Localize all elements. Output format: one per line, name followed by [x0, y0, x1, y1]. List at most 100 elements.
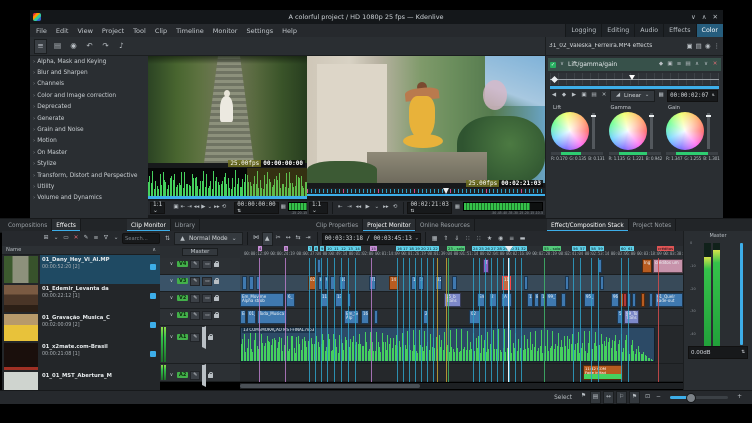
fx-category-stylize[interactable]: ›Stylize — [30, 159, 148, 170]
timeline-clip-99-to[interactable]: 99_ToTrans — [624, 310, 639, 324]
track-lock-icon[interactable] — [208, 374, 213, 378]
pm-rewind-icon[interactable]: ◂◂ — [355, 205, 362, 211]
track-target-tag[interactable]: A2 — [177, 372, 188, 378]
add-keyframe-icon[interactable]: ◆ — [560, 93, 568, 99]
record-audio-icon[interactable]: ♪ — [116, 40, 127, 53]
preview-render-icon[interactable]: ∷ — [463, 233, 472, 245]
track-lane-v2[interactable]: Em_MovimeAlpha strob6_111315_bTransEm2JA… — [240, 292, 683, 309]
timeline-marker-59[interactable]: 59 — [597, 246, 604, 251]
timeline-marker-7[interactable]: 7 — [308, 246, 312, 251]
prev-keyframe-icon[interactable]: ◀ — [550, 93, 558, 99]
save-icon[interactable]: ▤ — [52, 40, 63, 53]
timeline-marker-5[interactable]: 5 — [284, 246, 288, 251]
track-collapse-icon[interactable]: ∨ — [168, 296, 175, 301]
track-header-a1[interactable]: ∨A1✎ — [160, 326, 240, 364]
track-hide-icon[interactable]: ▭ — [202, 294, 212, 303]
playhead-handle[interactable] — [505, 246, 513, 252]
timeline-marker-12[interactable]: 12 — [340, 246, 347, 251]
track-lane-a1[interactable]: 13 COMEMORAÇÃO MST-FINAL.mp3 — [240, 326, 683, 364]
fx-category-alpha-mask-and-keying[interactable]: ›Alpha, Mask and Keying — [30, 56, 148, 67]
effect-row-lift-gamma-gain[interactable]: ✓ ∨ Lift/gamma/gain ◆▣≡▤∧∨✕ — [548, 58, 721, 71]
fx-category-generate[interactable]: ›Generate — [30, 113, 148, 124]
timeline-clip[interactable] — [452, 276, 457, 290]
menu-item-clip[interactable]: Clip — [155, 27, 167, 35]
move-up-icon[interactable]: ∧ — [693, 62, 701, 68]
timeline-marker-10[interactable]: 10 — [326, 246, 333, 251]
compare-icon[interactable]: ◉ — [705, 43, 711, 50]
ripple-tool-icon[interactable]: ⇥ — [304, 232, 313, 244]
track-lane-v1[interactable]: Em01_Toda_MusicaEm_SeAlp162025099_ToTran… — [240, 309, 683, 326]
master-db-spinbox[interactable]: 0.00dB⇅ — [688, 346, 748, 359]
timeline-clip-99-to[interactable]: 99_To — [546, 293, 557, 307]
cm-rewind-icon[interactable]: ◂◂ — [194, 205, 200, 211]
timeline-marker-8[interactable]: 8 — [314, 246, 318, 251]
undo-icon[interactable]: ↶ — [84, 40, 95, 53]
edit-mode-select[interactable]: ▲ Normal Mode ⌄ — [174, 232, 243, 245]
save-effect-icon[interactable]: ▤ — [684, 62, 692, 68]
master-track-button[interactable]: Master — [182, 248, 219, 256]
timeline-clip[interactable] — [242, 276, 247, 290]
timeline-clip-61-quelr[interactable]: 61_QuelrFade-out — [655, 293, 683, 307]
timeline-clip-16[interactable]: 16 — [361, 310, 369, 324]
mix-clips-icon[interactable]: ⋈ — [252, 232, 261, 244]
timeline-marker-61[interactable]: 61 — [627, 246, 634, 251]
menu-item-project[interactable]: Project — [102, 27, 124, 35]
track-target-tag[interactable]: V4 — [177, 261, 188, 267]
timeline-clip-em-se[interactable]: Em_SeAlp — [344, 310, 359, 324]
master-volume-slider[interactable] — [740, 243, 743, 345]
track-collapse-icon[interactable]: ∨ — [168, 335, 175, 340]
timeline-clip-6[interactable]: 6_ — [286, 293, 295, 307]
render-icon[interactable]: ◉ — [68, 40, 79, 53]
pm-forward-icon[interactable]: ▸▸ — [382, 205, 389, 211]
timeline-clip[interactable] — [641, 293, 645, 307]
cm-timecode[interactable]: 00:00:00:00 ⇅ — [234, 202, 278, 214]
timeline-clip-em[interactable]: Em — [240, 310, 246, 324]
track-header-v4[interactable]: ∨V4✎▭ — [160, 258, 240, 275]
track-lane-a2[interactable]: 11:42 COMFade in/fad — [240, 364, 683, 382]
track-header-v3[interactable]: ∨V3✎▭ — [160, 275, 240, 292]
track-edit-icon[interactable]: ✎ — [190, 294, 200, 303]
options-icon[interactable]: ⋮ — [714, 43, 721, 50]
snap-icon[interactable]: ↔ — [603, 391, 614, 404]
timeline-marker-9[interactable]: 9 — [320, 246, 324, 251]
timeline-clip-50[interactable]: 50 — [617, 310, 623, 324]
favorite-effects-icon[interactable]: ★ — [485, 233, 494, 245]
marker-flag-icon[interactable]: ⚑ — [629, 391, 640, 404]
timeline-clip-toda-musica[interactable]: Toda_Musica — [257, 310, 287, 324]
pm-play-menu-icon[interactable]: ⌄ — [373, 205, 380, 211]
pm-loop-zone-icon[interactable]: ⟲ — [391, 205, 398, 211]
cm-play-menu-icon[interactable]: ⌄ — [208, 205, 213, 211]
timeline-clip[interactable] — [600, 276, 604, 290]
record-track-icon[interactable]: ◉ — [496, 233, 505, 245]
workspace-tab-audio[interactable]: Audio — [634, 24, 663, 37]
track-collapse-icon[interactable]: ∨ — [168, 313, 175, 318]
pm-timecode[interactable]: 00:02:21:03 ⇅ — [407, 202, 451, 214]
track-header-a2[interactable]: ∨A2✎ — [160, 364, 240, 382]
timeline-marker-13[interactable]: 13 — [347, 246, 354, 251]
bin-item-01-01-mst-abertura-m[interactable]: 01_01_MST_Abertura_M — [2, 371, 160, 390]
spacer-tool-icon[interactable]: ↔ — [284, 232, 293, 244]
track-target-tag[interactable]: V1 — [177, 312, 188, 318]
effect-enabled-checkbox[interactable]: ✓ — [550, 62, 556, 68]
timeline-clip[interactable] — [249, 276, 254, 290]
cm-zoom-select[interactable]: 1:1 ⌄ — [150, 202, 165, 214]
minimize-button[interactable]: ∨ — [691, 14, 696, 21]
cm-zone-out-icon[interactable]: ⇥ — [187, 205, 192, 211]
timeline-marker-56[interactable]: 56 — [572, 246, 579, 251]
insert-zone-icon[interactable]: ⇑ — [441, 233, 450, 245]
track-target-tag[interactable]: V2 — [177, 295, 188, 301]
menu-item-help[interactable]: Help — [282, 27, 297, 35]
bin-search-input[interactable]: Search... — [122, 233, 160, 244]
next-keyframe-icon[interactable]: ▶ — [570, 93, 578, 99]
timeline-marker-15[interactable]: 15 — [370, 246, 377, 251]
timeline-timecode[interactable]: 00:03:33:18 / 00:03:45:13 ⌄ — [322, 233, 421, 245]
gamma-value-slider[interactable] — [609, 152, 661, 155]
redo-icon[interactable]: ↷ — [100, 40, 111, 53]
track-hide-icon[interactable]: ▭ — [202, 277, 212, 286]
track-mute-icon[interactable] — [202, 328, 206, 347]
timeline-marker-22[interactable]: 22 — [432, 246, 439, 251]
track-edit-icon[interactable]: ✎ — [190, 260, 200, 269]
track-target-tag[interactable]: V3 — [177, 278, 188, 284]
presets-icon[interactable]: ≡ — [675, 62, 683, 68]
timeline-clip-01[interactable]: 01_ — [247, 310, 256, 324]
